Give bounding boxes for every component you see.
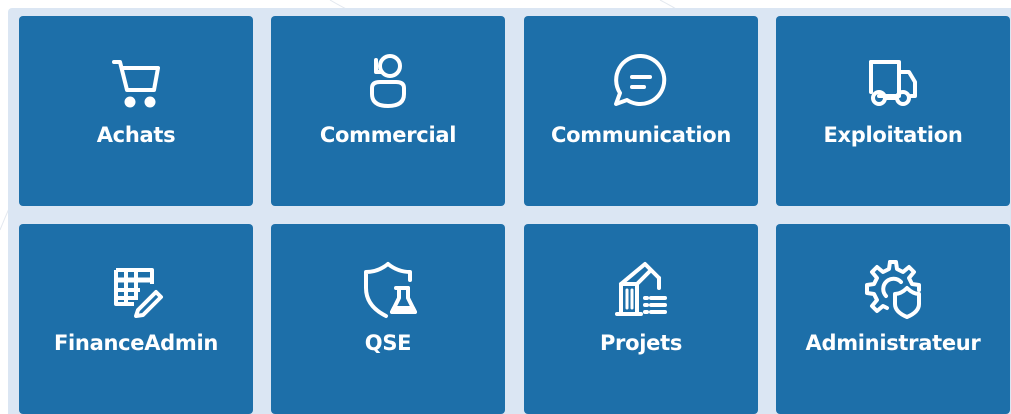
tile-qse[interactable]: QSE bbox=[271, 224, 505, 414]
tile-administrateur[interactable]: Administrateur bbox=[776, 224, 1010, 414]
spreadsheet-edit-icon bbox=[100, 254, 172, 326]
delivery-truck-icon bbox=[857, 46, 929, 118]
tile-achats[interactable]: Achats bbox=[19, 16, 253, 206]
chat-bubble-icon bbox=[605, 46, 677, 118]
tile-label: Exploitation bbox=[823, 123, 963, 147]
tile-label: Administrateur bbox=[805, 331, 981, 355]
tile-financeadmin[interactable]: FinanceAdmin bbox=[19, 224, 253, 414]
tile-label: FinanceAdmin bbox=[53, 331, 219, 355]
tile-label: QSE bbox=[364, 331, 412, 355]
tile-exploitation[interactable]: Exploitation bbox=[776, 16, 1010, 206]
tile-projets[interactable]: Projets bbox=[524, 224, 758, 414]
tile-label: Projets bbox=[599, 331, 683, 355]
headset-person-icon bbox=[352, 46, 424, 118]
tile-communication[interactable]: Communication bbox=[524, 16, 758, 206]
tile-label: Communication bbox=[550, 123, 732, 147]
tile-label: Achats bbox=[96, 123, 176, 147]
crane-list-icon bbox=[605, 254, 677, 326]
tile-commercial[interactable]: Commercial bbox=[271, 16, 505, 206]
shopping-cart-icon bbox=[100, 46, 172, 118]
tile-label: Commercial bbox=[319, 123, 457, 147]
shield-flask-icon bbox=[352, 254, 424, 326]
gear-shield-icon bbox=[857, 254, 929, 326]
app-launcher: Achats Commercial Communication Exploita… bbox=[0, 0, 1011, 414]
